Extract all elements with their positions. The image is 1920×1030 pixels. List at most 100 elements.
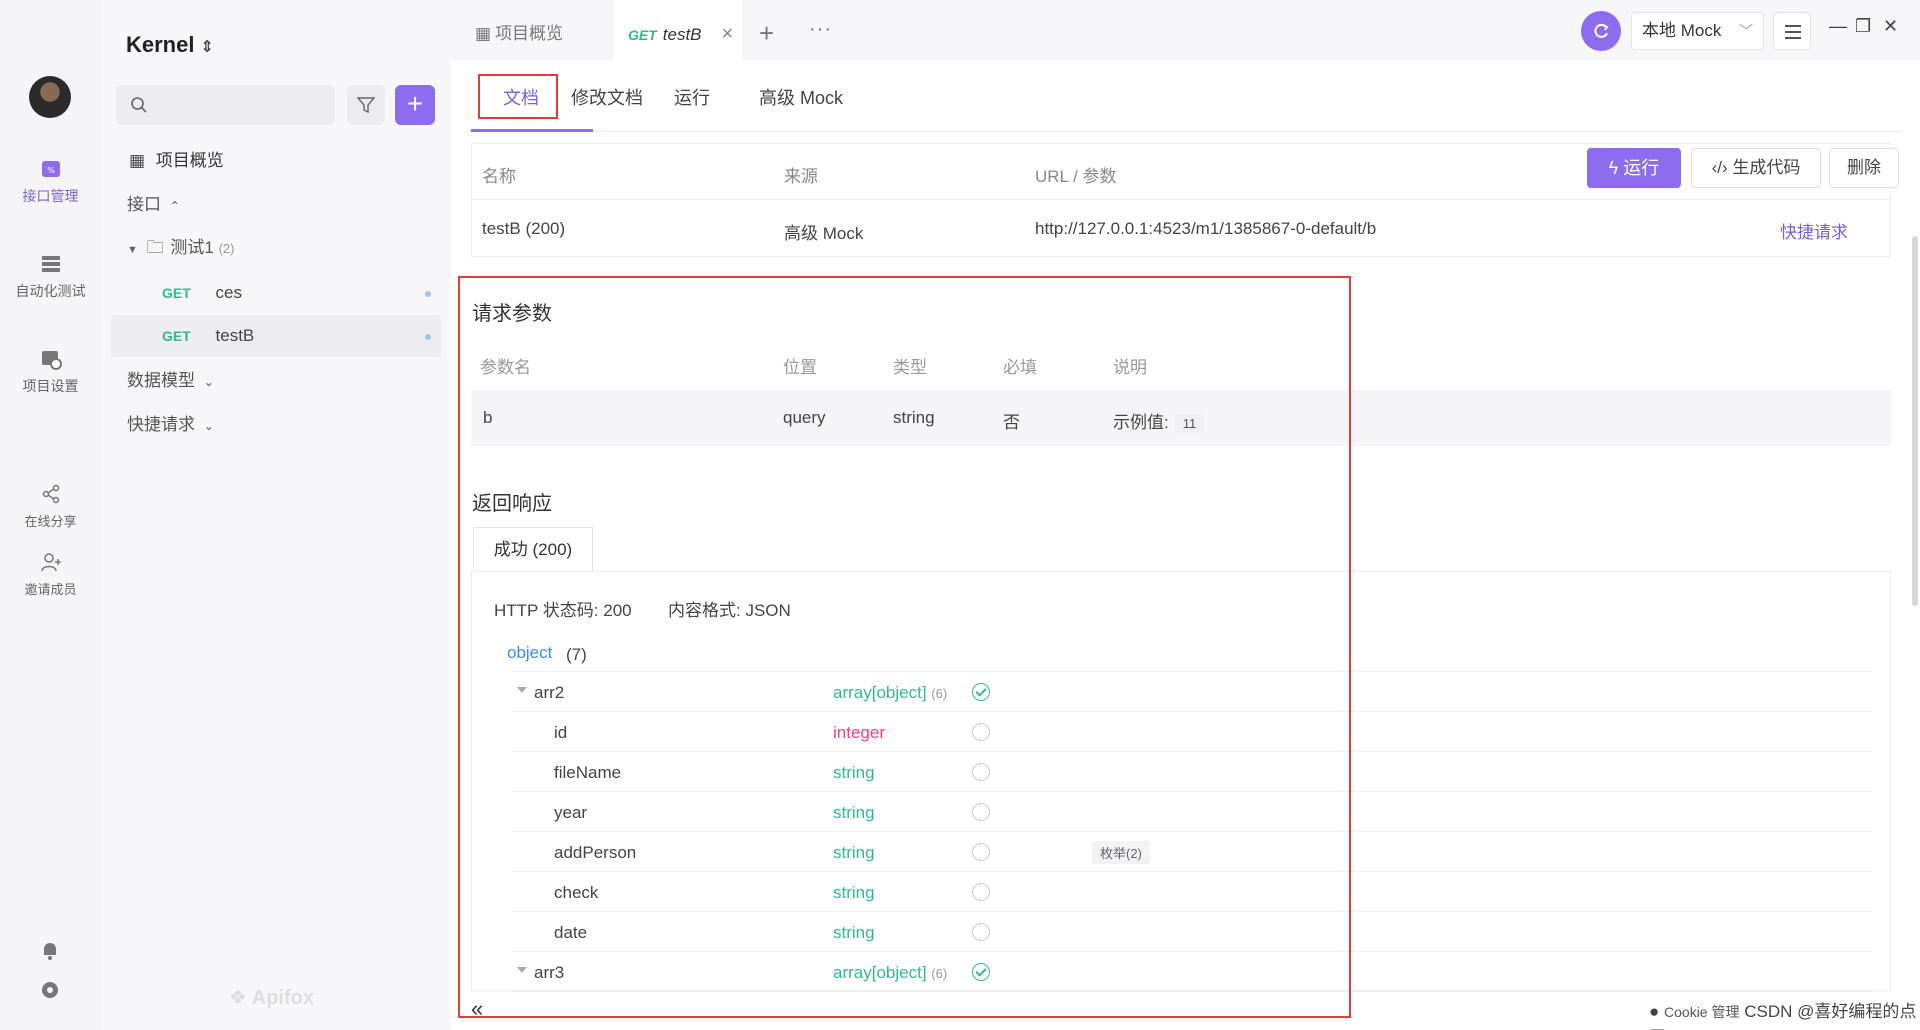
tab-overview[interactable]: ▦ 项目概览: [475, 0, 595, 60]
more-icon[interactable]: ···: [809, 18, 832, 41]
button-label: 生成代码: [1732, 158, 1801, 177]
new-tab-button[interactable]: +: [759, 18, 774, 49]
main-panel: ▦ 项目概览 GET testB × + ··· 本地 Mock ﹀ — ❐ ✕ 文档: [451, 0, 1920, 1030]
quick-request-link[interactable]: 快捷请求: [1780, 218, 1848, 243]
rail-automation[interactable]: 自动化测试: [0, 253, 101, 301]
api-title: testB (200): [482, 219, 566, 238]
window-close-icon[interactable]: ✕: [1883, 16, 1898, 37]
watermark-text: Apifox: [251, 987, 314, 1009]
sidebar-folder[interactable]: ▼ 🗀 测试1 (2): [111, 227, 441, 269]
doc-subtabs: 文档 修改文档 运行 高级 Mock: [471, 60, 1901, 132]
api-name: testB: [215, 326, 255, 345]
collapse-sidebar-icon[interactable]: «: [471, 996, 483, 1022]
scrollbar[interactable]: [1912, 236, 1918, 606]
sidebar-section-data-model[interactable]: 数据模型 ⌄: [111, 360, 441, 402]
chevron-down-icon: ⌄: [203, 419, 214, 433]
menu-icon: [1785, 25, 1801, 27]
info-table-row: testB (200) 高级 Mock http://127.0.0.1:452…: [471, 199, 1891, 257]
sidebar-section-quick-request[interactable]: 快捷请求 ⌄: [111, 404, 441, 446]
sidebar-api-item[interactable]: GET ces: [111, 272, 441, 314]
rail-label: 项目设置: [22, 378, 79, 394]
chevron-up-icon: ⌃: [169, 199, 180, 213]
sidebar-section-label: 快捷请求: [127, 415, 195, 434]
button-label: 运行: [1623, 158, 1660, 178]
restore-icon[interactable]: ❐: [1855, 16, 1871, 37]
sync-icon: [1594, 23, 1609, 38]
api-source: 高级 Mock: [784, 224, 864, 243]
generate-code-button[interactable]: ‹/› 生成代码: [1691, 148, 1821, 188]
tab-advanced-mock[interactable]: 高级 Mock: [759, 84, 843, 110]
active-tab-indicator: [471, 129, 593, 132]
rail-share[interactable]: 在线分享: [0, 483, 101, 530]
gear-icon[interactable]: [38, 978, 62, 1002]
left-rail: % 接口管理 自动化测试 项目设置 在线分享 邀请成员: [0, 0, 101, 1030]
cookie-manager-link[interactable]: Cookie 管理: [1664, 1004, 1739, 1020]
rail-label: 邀请成员: [24, 582, 77, 597]
sidebar: Kernel ⇕ + ▦ 项目概览 接口 ⌃ ▼ 🗀 测试1 (2) GET ce…: [101, 0, 451, 1030]
delete-button[interactable]: 删除: [1829, 148, 1899, 188]
cookie-icon[interactable]: ●: [1649, 1002, 1659, 1021]
rail-label: 接口管理: [22, 188, 79, 204]
column-header: URL / 参数: [1035, 167, 1117, 186]
run-button[interactable]: ϟ 运行: [1587, 148, 1681, 188]
rail-label: 在线分享: [24, 514, 77, 529]
rail-invite[interactable]: 邀请成员: [0, 551, 101, 598]
sidebar-section-api[interactable]: 接口 ⌃: [111, 184, 441, 226]
rail-label: 自动化测试: [15, 283, 86, 299]
folder-name: 测试1: [170, 238, 214, 257]
folder-count: (2): [218, 241, 235, 256]
menu-button[interactable]: [1773, 12, 1811, 50]
tab-api-testb[interactable]: GET testB ×: [614, 0, 742, 60]
chevron-updown-icon: ⇕: [200, 39, 214, 56]
filter-button[interactable]: [347, 85, 385, 125]
environment-select[interactable]: 本地 Mock ﹀: [1631, 12, 1764, 50]
apifox-logo-icon: ❖: [229, 987, 247, 1009]
environment-name: 本地 Mock: [1642, 21, 1722, 40]
chevron-down-icon: ﹀: [1739, 23, 1753, 39]
footer-status: ● Cookie 管理 CSDN @喜好编程的点工: [1649, 997, 1920, 1030]
method-tag: GET: [162, 328, 191, 344]
folder-icon: 🗀: [146, 238, 164, 257]
sidebar-section-label: 数据模型: [127, 371, 195, 390]
rail-settings[interactable]: 项目设置: [0, 348, 101, 396]
lightning-icon: ϟ: [1608, 158, 1619, 178]
bell-icon[interactable]: [38, 938, 62, 962]
sidebar-item-label: 项目概览: [155, 151, 224, 170]
column-header: 来源: [784, 167, 818, 186]
sidebar-item-overview[interactable]: ▦ 项目概览: [111, 140, 441, 182]
automation-test-icon: [41, 256, 60, 272]
tab-label: testB: [662, 25, 702, 44]
svg-text:%: %: [47, 166, 55, 175]
minimize-icon[interactable]: —: [1829, 16, 1847, 37]
add-button[interactable]: +: [395, 85, 435, 125]
sync-button[interactable]: [1581, 11, 1621, 51]
api-management-icon: %: [41, 161, 60, 177]
search-icon: [131, 97, 147, 113]
close-icon[interactable]: ×: [722, 23, 734, 45]
tab-edit-doc[interactable]: 修改文档: [571, 84, 643, 110]
project-switcher[interactable]: Kernel ⇕: [126, 32, 214, 58]
project-settings-icon: [41, 351, 62, 370]
grid-icon: ▦: [129, 151, 146, 170]
column-header: 名称: [482, 167, 516, 186]
status-dot: [425, 291, 431, 297]
tab-label: 项目概览: [495, 24, 564, 43]
invite-member-icon: [40, 553, 61, 572]
method-tag: GET: [162, 285, 191, 301]
project-name: Kernel: [126, 32, 195, 57]
api-name: ces: [215, 283, 242, 302]
caret-down-icon: ▼: [127, 244, 138, 256]
code-icon: ‹/›: [1711, 158, 1728, 177]
highlight-box-content: [458, 276, 1351, 1018]
avatar[interactable]: [29, 76, 71, 118]
search-input[interactable]: [116, 85, 335, 125]
tab-bar: ▦ 项目概览 GET testB × + ··· 本地 Mock ﹀ — ❐ ✕: [451, 0, 1920, 60]
sidebar-api-item-selected[interactable]: GET testB: [111, 315, 441, 357]
tab-run[interactable]: 运行: [674, 84, 710, 110]
menu-icon-bar: [1785, 37, 1801, 39]
share-icon: [42, 484, 59, 504]
rail-api-management[interactable]: % 接口管理: [0, 158, 101, 206]
apifox-watermark: ❖ Apifox: [229, 985, 314, 1010]
app-window: % 接口管理 自动化测试 项目设置 在线分享 邀请成员 Kernel ⇕ + ▦…: [0, 0, 1920, 1030]
method-tag: GET: [628, 27, 657, 43]
